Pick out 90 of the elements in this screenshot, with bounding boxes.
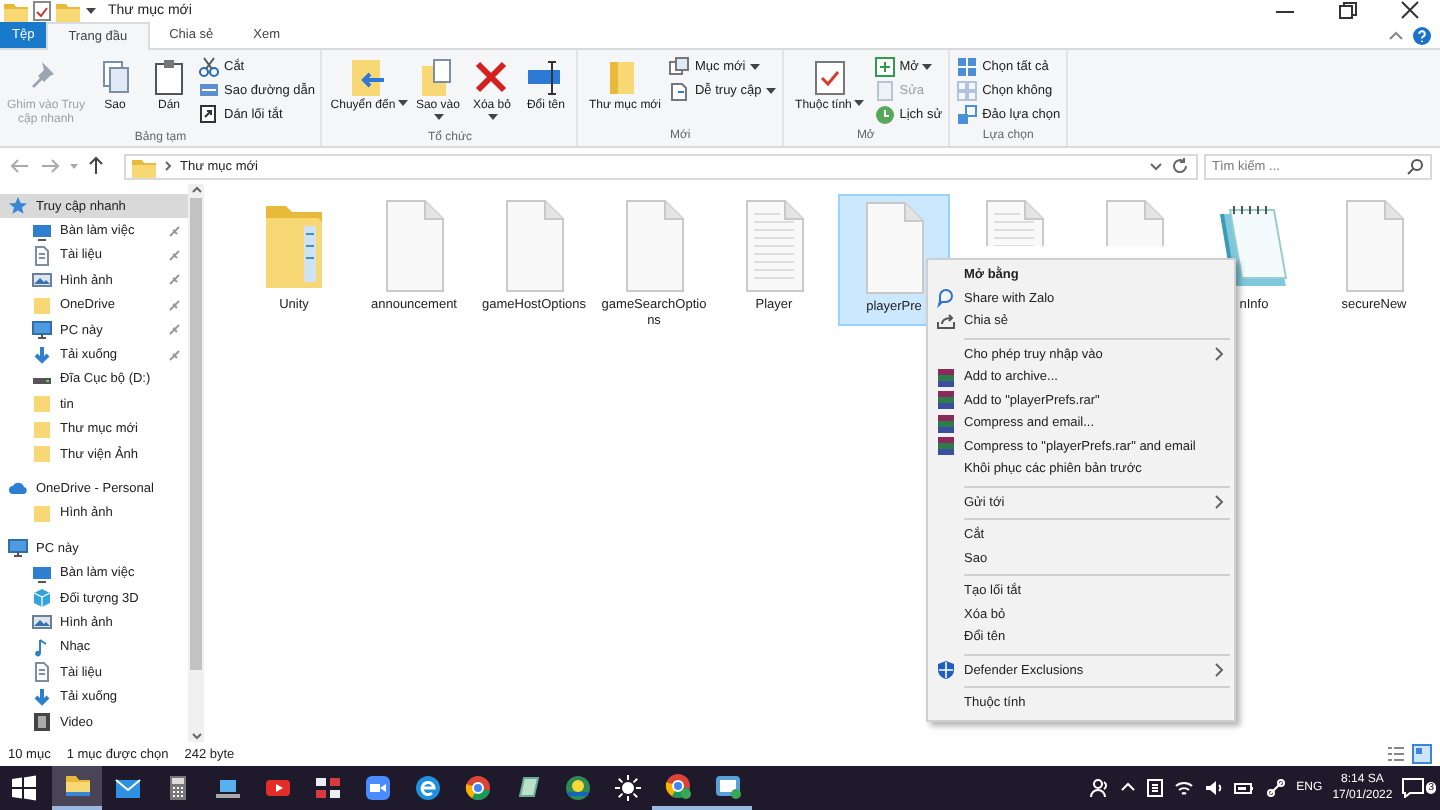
- keyboard-icon[interactable]: [1146, 778, 1165, 798]
- search-icon: [1406, 157, 1424, 175]
- folder-icon: [132, 155, 156, 177]
- browser-icon: [463, 774, 491, 802]
- chevron-right-icon: [162, 156, 174, 176]
- music-note-icon: [32, 637, 52, 658]
- computer-icon: [32, 320, 52, 341]
- monitor-icon: [32, 221, 52, 242]
- folder-icon: [4, 0, 28, 22]
- download-arrow-icon: [32, 345, 52, 366]
- document-icon: [1340, 198, 1408, 294]
- caret-icon: [433, 114, 444, 123]
- up-icon[interactable]: [86, 156, 106, 176]
- delete-icon: [471, 58, 512, 98]
- folder-icon: [32, 295, 52, 316]
- speaker-icon[interactable]: [1204, 778, 1225, 798]
- speech-bubble-icon: [1402, 778, 1425, 798]
- browser-icon: [663, 772, 691, 800]
- wifi-icon[interactable]: [1174, 778, 1195, 798]
- picture-icon: [32, 270, 52, 291]
- caret-icon: [749, 63, 760, 71]
- cube-icon: [32, 588, 52, 609]
- sun-icon: [613, 774, 641, 802]
- books-stack-icon: [936, 413, 956, 434]
- invert-selection-icon: [956, 104, 979, 126]
- help-icon[interactable]: [1412, 25, 1432, 45]
- caret-icon: [397, 100, 408, 109]
- windows-logo-icon[interactable]: [10, 774, 38, 802]
- folder-icon: [32, 503, 52, 524]
- taskbar-button[interactable]: [52, 766, 102, 810]
- grid-icon: [313, 774, 341, 802]
- books-stack-icon: [936, 390, 956, 411]
- history-icon: [873, 104, 896, 126]
- download-arrow-icon: [32, 687, 52, 708]
- document-icon: [32, 245, 52, 266]
- document-icon: [500, 198, 568, 294]
- clipboard-icon: [149, 58, 189, 98]
- chat-bubble-icon: [936, 288, 956, 309]
- chevron-down-icon: [189, 730, 203, 742]
- rename-icon: [525, 58, 566, 98]
- globe-icon: [563, 774, 591, 802]
- mail-icon: [113, 774, 141, 802]
- text-file-icon: [740, 198, 808, 294]
- computer-icon: [8, 538, 28, 559]
- move-folder-icon: [348, 58, 389, 98]
- people-icon[interactable]: [1090, 778, 1111, 798]
- open-icon: [873, 56, 896, 78]
- laptop-icon: [213, 774, 241, 802]
- folder-icon: [32, 419, 52, 440]
- document-icon: [380, 198, 448, 294]
- path-icon: [198, 80, 220, 102]
- easy-access-icon: [668, 80, 691, 102]
- caret-icon: [922, 63, 933, 71]
- globe-icon: [413, 774, 441, 802]
- properties-icon: [809, 58, 850, 98]
- cloud-icon: [8, 478, 28, 499]
- caret-icon: [487, 114, 498, 123]
- window-icon: [713, 772, 741, 800]
- video-play-icon: [263, 774, 291, 802]
- shortcut-icon: [198, 104, 220, 126]
- folder-icon: [63, 772, 91, 800]
- edit-icon: [873, 80, 896, 102]
- caret-icon: [765, 87, 776, 95]
- select-none-icon: [956, 80, 979, 102]
- shield-icon: [936, 660, 956, 681]
- tiles-view-icon[interactable]: [1412, 744, 1432, 764]
- film-icon: [32, 712, 52, 732]
- link-icon[interactable]: [1266, 778, 1287, 798]
- books-stack-icon: [936, 436, 956, 457]
- video-camera-icon: [363, 774, 391, 802]
- details-view-icon[interactable]: [1386, 744, 1406, 764]
- chevron-up-icon: [189, 184, 203, 196]
- document-icon: [620, 198, 688, 294]
- folder-icon: [32, 394, 52, 415]
- share-icon: [936, 311, 956, 332]
- caret-icon: [853, 100, 864, 109]
- pad-icon: [513, 774, 541, 802]
- properties-icon[interactable]: [32, 0, 52, 22]
- scrollbar[interactable]: [188, 184, 204, 742]
- folder-icon: [32, 444, 52, 465]
- document-icon: [32, 662, 52, 683]
- books-stack-icon: [936, 367, 956, 388]
- new-item-icon: [668, 56, 691, 78]
- star-icon: [8, 196, 28, 217]
- picture-icon: [32, 612, 52, 633]
- scissors-icon: [198, 56, 220, 78]
- refresh-icon: [1170, 156, 1190, 176]
- select-all-icon: [956, 56, 979, 78]
- monitor-icon: [32, 563, 52, 584]
- battery-icon[interactable]: [1234, 778, 1257, 798]
